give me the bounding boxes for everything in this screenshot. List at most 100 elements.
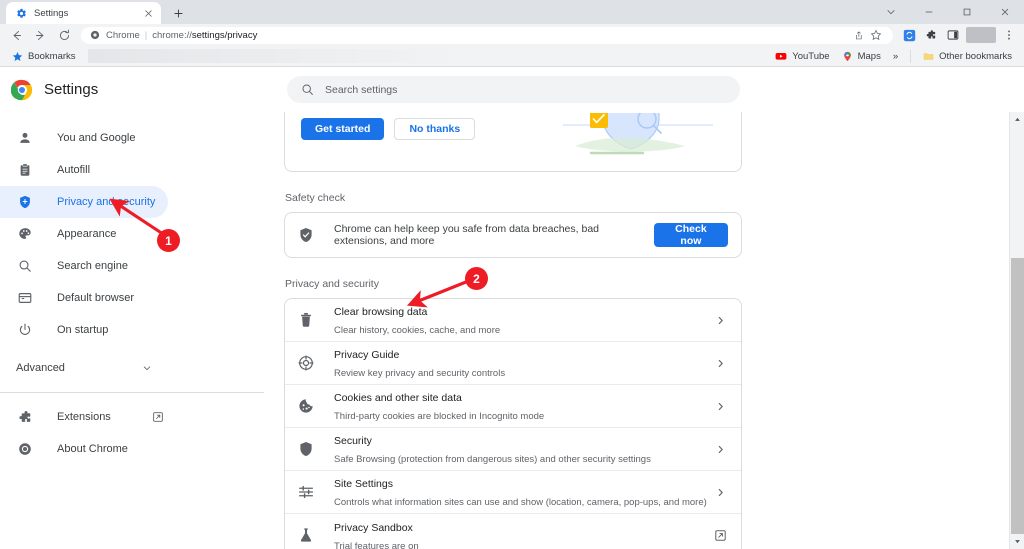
safety-check-text: Chrome can help keep you safe from data … (334, 223, 654, 247)
bookmarks-overflow-button[interactable]: » (887, 48, 904, 65)
row-text: Site Settings Controls what information … (334, 474, 712, 510)
bookmark-item-maps[interactable]: Maps (836, 48, 887, 65)
chevron-right-icon[interactable] (712, 359, 728, 368)
bookmarks-bar-spacer (88, 49, 764, 63)
star-icon (12, 51, 23, 62)
row-privacy-sandbox[interactable]: Privacy Sandbox Trial features are on (285, 514, 741, 549)
row-text: Security Safe Browsing (protection from … (334, 431, 712, 467)
flask-icon (298, 527, 315, 544)
sidebar-item-about-chrome[interactable]: About Chrome (0, 433, 168, 465)
close-window-icon[interactable] (986, 0, 1024, 24)
scroll-up-arrow[interactable] (1010, 112, 1024, 127)
sidebar-item-you-and-google[interactable]: You and Google (0, 122, 168, 154)
sidebar-item-default-browser[interactable]: Default browser (0, 282, 168, 314)
row-subtitle: Safe Browsing (protection from dangerous… (334, 454, 651, 465)
sidebar-item-appearance[interactable]: Appearance (0, 218, 168, 250)
new-tab-button[interactable] (167, 2, 189, 24)
chevron-right-icon[interactable] (712, 488, 728, 497)
share-icon[interactable] (850, 27, 866, 43)
search-settings-wrap: Search settings (287, 76, 740, 103)
address-bar[interactable]: Chrome | chrome://settings/privacy (81, 27, 893, 44)
sidebar-item-label: Autofill (57, 164, 90, 176)
row-clear-browsing-data[interactable]: Clear browsing data Clear history, cooki… (285, 299, 741, 342)
settings-content: You and Google Autofill Privacy and secu… (0, 112, 1024, 549)
sidebar-item-extensions[interactable]: Extensions (0, 401, 168, 433)
trash-icon (298, 312, 315, 329)
overflow-label: » (893, 51, 898, 62)
row-privacy-guide[interactable]: Privacy Guide Review key privacy and sec… (285, 342, 741, 385)
get-started-button[interactable]: Get started (301, 118, 384, 140)
sidebar-item-label: About Chrome (57, 443, 128, 455)
no-thanks-button[interactable]: No thanks (394, 118, 475, 140)
chevron-right-icon[interactable] (712, 402, 728, 411)
sidebar-item-autofill[interactable]: Autofill (0, 154, 168, 186)
bookmark-item-youtube[interactable]: YouTube (769, 48, 835, 65)
chevron-right-icon[interactable] (712, 316, 728, 325)
close-icon[interactable] (142, 7, 154, 19)
shield-icon (16, 194, 33, 211)
sidebar-item-label: Extensions (57, 411, 111, 423)
row-text: Privacy Guide Review key privacy and sec… (334, 345, 712, 381)
sidebar-item-label: Advanced (16, 362, 65, 374)
sync-icon[interactable] (898, 24, 920, 46)
maximize-icon[interactable] (948, 0, 986, 24)
row-subtitle: Controls what information sites can use … (334, 497, 707, 508)
safety-check-card: Chrome can help keep you safe from data … (284, 212, 742, 258)
sidebar-item-search-engine[interactable]: Search engine (0, 250, 168, 282)
forward-button[interactable] (28, 24, 52, 46)
row-cookies-and-other-site-data[interactable]: Cookies and other site data Third-party … (285, 385, 741, 428)
chrome-menu-icon[interactable] (998, 24, 1020, 46)
scroll-down-arrow[interactable] (1010, 534, 1024, 549)
row-security[interactable]: Security Safe Browsing (protection from … (285, 428, 741, 471)
tab-settings[interactable]: Settings (6, 2, 161, 24)
window-controls (872, 0, 1024, 24)
privacy-guide-icon (298, 355, 315, 372)
folder-icon (923, 51, 934, 62)
bookmark-label: Maps (858, 51, 881, 62)
check-now-button[interactable]: Check now (654, 223, 728, 247)
gear-icon (16, 8, 27, 19)
sidebar-item-label: On startup (57, 324, 108, 336)
bookmark-item-other-bookmarks[interactable]: Other bookmarks (917, 48, 1018, 65)
clipboard-icon (16, 162, 33, 179)
settings-main-inner: Get started No thanks Sa (284, 112, 742, 549)
chevron-right-icon[interactable] (712, 445, 728, 454)
external-link-icon[interactable] (712, 529, 728, 542)
chevron-down-icon[interactable] (872, 0, 910, 24)
safety-check-title: Safety check (285, 192, 742, 204)
privacy-rows-card: Clear browsing data Clear history, cooki… (284, 298, 742, 549)
plus-icon (173, 8, 184, 19)
puzzle-piece-icon[interactable] (920, 24, 942, 46)
sidebar-item-privacy-and-security[interactable]: Privacy and security (0, 186, 168, 218)
minimize-icon[interactable] (910, 0, 948, 24)
annotation-badge-2: 2 (465, 267, 488, 290)
sidebar-divider (0, 392, 264, 393)
sidebar-item-label: Default browser (57, 292, 134, 304)
power-icon (16, 322, 33, 339)
side-panel-icon[interactable] (942, 24, 964, 46)
sidebar-item-advanced[interactable]: Advanced (0, 352, 168, 384)
sidebar-item-on-startup[interactable]: On startup (0, 314, 168, 346)
avatar[interactable] (966, 27, 996, 43)
scrollbar-track[interactable] (1010, 127, 1024, 534)
search-input[interactable]: Search settings (287, 76, 740, 103)
chevron-down-icon (142, 363, 152, 373)
bookmarks-bar-right: YouTube Maps » Other bookmarks (769, 48, 1018, 65)
palette-icon (16, 226, 33, 243)
sidebar-item-label: Privacy and security (57, 196, 155, 208)
row-site-settings[interactable]: Site Settings Controls what information … (285, 471, 741, 514)
bookmark-star-icon[interactable] (868, 27, 884, 43)
chrome-page-icon (90, 30, 100, 40)
back-button[interactable] (4, 24, 28, 46)
settings-sidebar: You and Google Autofill Privacy and secu… (0, 112, 280, 549)
bookmark-label: YouTube (792, 51, 829, 62)
row-text: Privacy Sandbox Trial features are on (334, 518, 712, 549)
bookmark-item-bookmarks[interactable]: Bookmarks (6, 48, 82, 65)
scrollbar-thumb[interactable] (1011, 258, 1024, 534)
row-title: Cookies and other site data (334, 392, 462, 404)
reload-button[interactable] (52, 24, 76, 46)
vertical-scrollbar[interactable] (1009, 112, 1024, 549)
tab-strip: Settings (0, 0, 1024, 24)
row-title: Security (334, 435, 372, 447)
omnibox-actions (850, 27, 884, 43)
